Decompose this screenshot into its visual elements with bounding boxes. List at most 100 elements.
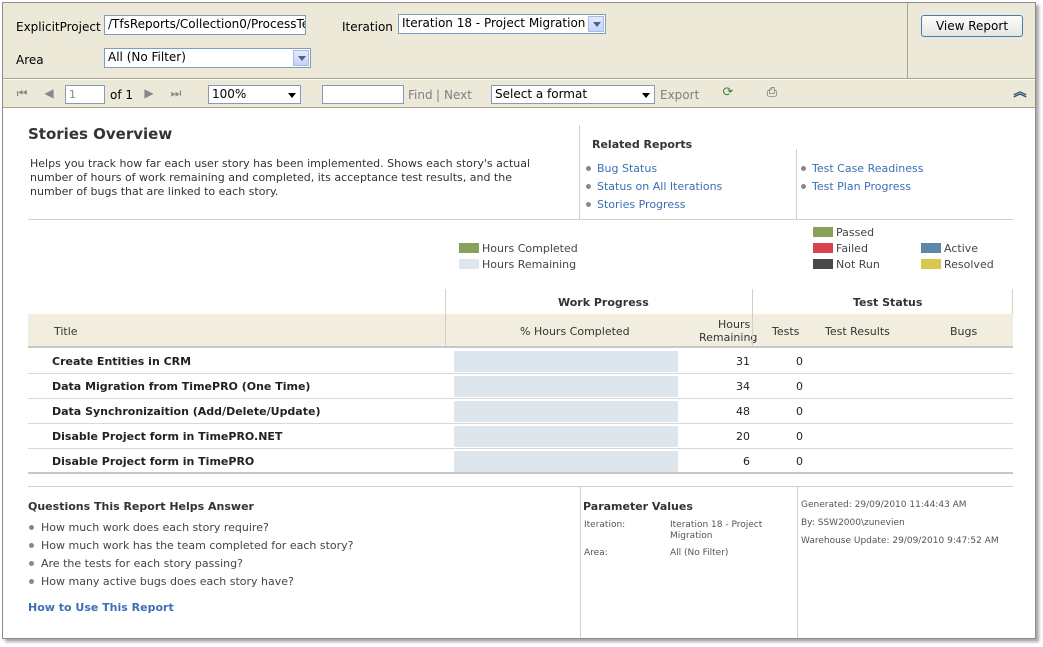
row-tests: 0 [796, 355, 803, 368]
export-format-select[interactable]: Select a format [491, 85, 655, 104]
report-content: Stories Overview Helps you track how far… [3, 109, 1035, 638]
header-col-divider [445, 289, 446, 346]
refresh-icon[interactable]: ⟳ [721, 86, 735, 100]
generated-timestamp: Generated: 29/09/2010 11:44:43 AM [801, 500, 967, 510]
row-title: Create Entities in CRM [52, 355, 192, 368]
param-iteration-value-line2: Migration [670, 531, 713, 541]
legend-failed-swatch [813, 243, 833, 253]
question-item: Are the tests for each story passing? [41, 557, 243, 570]
param-area-key: Area: [584, 548, 608, 558]
iteration-select[interactable]: Iteration 18 - Project Migration [398, 14, 606, 34]
previous-page-icon[interactable]: ◀ [42, 86, 56, 100]
hours-remaining-bar [454, 351, 678, 372]
param-iteration-key: Iteration: [584, 520, 626, 530]
chevron-down-icon [642, 93, 650, 98]
hours-remaining-bar [454, 451, 678, 472]
param-area-value: All (No Filter) [670, 548, 729, 558]
header-divider [579, 125, 580, 219]
col-pct-completed: % Hours Completed [520, 325, 630, 338]
related-reports-title: Related Reports [592, 138, 693, 151]
bullet-icon [801, 184, 806, 189]
legend-not-run: Not Run [836, 258, 880, 271]
parameter-values-title: Parameter Values [583, 500, 693, 513]
report-toolbar: ⏮ ◀ 1 of 1 ▶ ⏭ 100% Find | Next Select a… [3, 80, 1035, 108]
row-tests: 0 [796, 380, 803, 393]
bullet-icon [586, 166, 591, 171]
legend-hours-completed: Hours Completed [482, 242, 578, 255]
area-select-value: All (No Filter) [108, 50, 186, 64]
link-test-case-readiness[interactable]: Test Case Readiness [812, 162, 923, 175]
col-title: Title [54, 325, 78, 338]
col-hours-line2: Remaining [699, 331, 758, 344]
collapse-icon[interactable]: ︽ [1013, 86, 1027, 100]
legend-active: Active [944, 242, 979, 255]
page-number-input[interactable]: 1 [65, 85, 105, 104]
zoom-value: 100% [212, 87, 247, 101]
find-input[interactable] [322, 85, 404, 104]
export-link[interactable]: Export [660, 88, 699, 102]
row-hours-remaining: 31 [736, 355, 750, 368]
how-to-use-link[interactable]: How to Use This Report [28, 601, 174, 614]
col-test-results: Test Results [825, 325, 890, 338]
row-title: Data Migration from TimePRO (One Time) [52, 380, 311, 393]
bullet-icon [29, 579, 34, 584]
explicit-project-input[interactable]: /TfsReports/Collection0/ProcessTe [104, 15, 306, 35]
question-item: How much work does each story require? [41, 521, 269, 534]
first-page-icon[interactable]: ⏮ [15, 86, 29, 100]
header-col-divider [752, 289, 753, 346]
zoom-select[interactable]: 100% [208, 85, 301, 104]
area-select[interactable]: All (No Filter) [104, 48, 311, 68]
next-page-icon[interactable]: ▶ [142, 86, 156, 100]
table-column-header: Title % Hours Completed Hours Remaining … [28, 314, 1013, 346]
row-title: Data Synchronizaition (Add/Delete/Update… [52, 405, 321, 418]
table-row: Disable Project form in TimePRO.NET 20 0 [28, 424, 1013, 449]
row-tests: 0 [796, 430, 803, 443]
bullet-icon [29, 525, 34, 530]
legend-failed: Failed [836, 242, 868, 255]
bullet-icon [29, 561, 34, 566]
report-viewer-window: ExplicitProject /TfsReports/Collection0/… [2, 2, 1036, 639]
link-bug-status[interactable]: Bug Status [597, 162, 657, 175]
link-stories-progress[interactable]: Stories Progress [597, 198, 686, 211]
view-report-button[interactable]: View Report [921, 15, 1023, 37]
link-status-all-iterations[interactable]: Status on All Iterations [597, 180, 722, 193]
footer-divider [580, 487, 581, 638]
last-page-icon[interactable]: ⏭ [169, 86, 183, 100]
bullet-icon [29, 543, 34, 548]
col-hours-line1: Hours [718, 318, 751, 331]
find-separator: | [436, 88, 441, 102]
related-divider [796, 149, 797, 219]
row-hours-remaining: 20 [736, 430, 750, 443]
generated-by: By: SSW2000\zunevien [801, 518, 905, 528]
col-bugs: Bugs [950, 325, 978, 338]
table-row: Disable Project form in TimePRO 6 0 [28, 449, 1013, 474]
bullet-icon [586, 184, 591, 189]
legend-passed: Passed [836, 226, 875, 239]
print-icon[interactable]: ⎙ [765, 86, 779, 100]
chevron-down-icon[interactable] [588, 16, 604, 32]
group-test-status: Test Status [853, 296, 923, 309]
next-link[interactable]: Next [444, 88, 472, 102]
legend-hours-remaining-swatch [459, 259, 479, 269]
export-format-value: Select a format [495, 87, 588, 101]
header-bottom-rule [28, 346, 1013, 348]
legend-resolved-swatch [921, 259, 941, 269]
table-row: Create Entities in CRM 31 0 [28, 349, 1013, 374]
table-row: Data Synchronizaition (Add/Delete/Update… [28, 399, 1013, 424]
chevron-down-icon[interactable] [293, 50, 309, 66]
row-title: Disable Project form in TimePRO [52, 455, 255, 468]
hours-remaining-bar [454, 401, 678, 422]
iteration-label: Iteration [342, 20, 393, 34]
row-hours-remaining: 6 [743, 455, 750, 468]
warehouse-update: Warehouse Update: 29/09/2010 9:47:52 AM [801, 536, 999, 546]
legend-hours-completed-swatch [459, 243, 479, 253]
footer-divider [797, 487, 798, 638]
header-rule [28, 219, 1013, 220]
row-hours-remaining: 48 [736, 405, 750, 418]
link-test-plan-progress[interactable]: Test Plan Progress [812, 180, 911, 193]
find-link[interactable]: Find [408, 88, 433, 102]
hours-remaining-bar [454, 426, 678, 447]
row-tests: 0 [796, 405, 803, 418]
row-title: Disable Project form in TimePRO.NET [52, 430, 283, 443]
questions-title: Questions This Report Helps Answer [28, 500, 254, 513]
